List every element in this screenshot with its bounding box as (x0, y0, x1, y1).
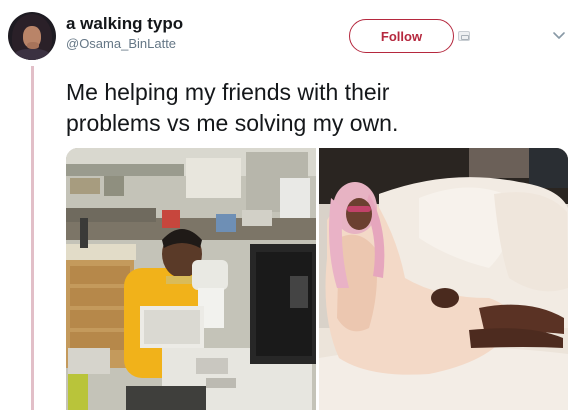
tweet-text: Me helping my friends with their problem… (66, 77, 566, 139)
display-name[interactable]: a walking typo (66, 14, 183, 34)
user-names: a walking typo @Osama_BinLatte (66, 14, 183, 53)
sofa-scene (319, 148, 568, 410)
thread-line (31, 66, 34, 410)
avatar-hands (27, 42, 39, 49)
card-icon (458, 31, 470, 41)
media-photo-lab[interactable] (66, 148, 316, 410)
screen-name[interactable]: @Osama_BinLatte (66, 35, 183, 53)
avatar[interactable] (8, 12, 56, 60)
follow-button[interactable]: Follow (349, 19, 454, 53)
tweet-text-line-1: Me helping my friends with their (66, 79, 390, 105)
tweet-media[interactable] (66, 148, 568, 410)
media-photo-sofa[interactable] (319, 148, 568, 410)
chevron-down-icon[interactable] (552, 28, 566, 42)
avatar-shirt (14, 49, 50, 60)
lab-scene (66, 148, 316, 410)
tweet-text-line-2: problems vs me solving my own. (66, 110, 399, 136)
